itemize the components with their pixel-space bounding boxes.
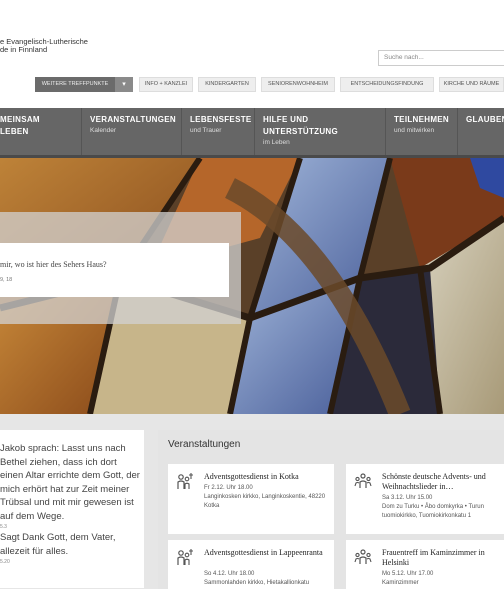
nav-item-glauben[interactable]: GLAUBEN [458,108,504,155]
verse-ref-2: 5.20 [0,559,10,565]
church-logo[interactable]: e Evangelisch-Lutherische de in Finnland [0,38,88,54]
verse-text-2: Sagt Dank Gott, dem Vater, allezeit für … [0,532,116,557]
event-place: Sammonlahden kirkko, Hietakallionkatu [204,580,310,586]
nav-subtitle: und Trauer [190,127,222,134]
event-place: Dom zu Turku • Åbo domkyrka • Turun tuom… [382,504,484,519]
nav-item-gemeinsam-leben[interactable]: MEINSAM LEBEN [0,108,82,155]
chevron-down-icon[interactable]: ▾ [115,77,133,92]
nav-subtitle: Kalender [90,127,117,134]
nav-item-lebensfeste[interactable]: LEBENSFESTE und Trauer [182,108,255,155]
event-place: Kaminzimmer [382,580,419,586]
nav-title: TEILNEHMEN [394,115,449,124]
verse-content: Jakob sprach: Lasst uns nach Bethel zieh… [0,442,140,566]
event-title: Adventsgottesdienst in Lappeenranta [204,548,323,557]
nav-title: VERANSTALTUNGEN [90,115,176,124]
people-cross-icon [177,549,193,565]
people-cross-icon [177,473,193,489]
quicklink-entscheidungsfindung[interactable]: ENTSCHEIDUNGSFINDUNG [340,77,434,92]
header: e Evangelisch-Lutherische de in Finnland… [0,0,504,108]
event-title: Schönste deutsche Advents- und Weihnacht… [382,472,486,491]
event-date: Mo 5.12. Uhr 17.00 [382,571,434,577]
quicklink-seniorenwohnheim[interactable]: SENIORENWOHNHEIM [261,77,335,92]
event-title: Adventsgottesdienst in Kotka [204,472,299,481]
quicklink-kindergarten[interactable]: KINDERGARTEN [198,77,256,92]
event-date: Fr 2.12. Uhr 18.00 [204,485,253,491]
event-card[interactable]: Adventsgottesdienst in Lappeenranta So 4… [168,540,334,589]
daily-quote-box: mir, wo ist hier des Sehers Haus? 9, 18 [0,243,229,297]
nav-title: MEINSAM [0,115,40,124]
quicklink-kirche-und-raeume[interactable]: KIRCHE UND RÄUME [439,77,504,92]
verse-panel: Jakob sprach: Lasst uns nach Bethel zieh… [0,430,144,588]
quicklink-weitere-treffpunkte[interactable]: WEITERE TREFFPUNKTE [35,77,115,92]
main-nav: MEINSAM LEBEN VERANSTALTUNGEN Kalender L… [0,108,504,155]
event-card[interactable]: Adventsgottesdienst in Kotka Fr 2.12. Uh… [168,464,334,534]
daily-quote-reference: 9, 18 [0,277,13,283]
verse-text-1: Jakob sprach: Lasst uns nach Bethel zieh… [0,443,140,522]
nav-title-2: LEBEN [0,127,29,136]
daily-quote-text: mir, wo ist hier des Sehers Haus? [0,260,107,269]
nav-item-veranstaltungen[interactable]: VERANSTALTUNGEN Kalender [82,108,182,155]
event-date: So 4.12. Uhr 18.00 [204,571,255,577]
nav-item-hilfe-und-unterstuetzung[interactable]: HILFE UND UNTERSTÜTZUNG im Leben [255,108,386,155]
quicklink-info-kanzlei[interactable]: INFO + KANZLEI [139,77,193,92]
nav-title: GLAUBEN [466,115,504,124]
event-title: Frauentreff im Kaminzimmer in Helsinki [382,548,485,567]
nav-title-2: UNTERSTÜTZUNG [263,127,339,136]
nav-item-teilnehmen[interactable]: TEILNEHMEN und mitwirken [386,108,458,155]
nav-title: LEBENSFESTE [190,115,252,124]
nav-subtitle: und mitwirken [394,127,435,134]
search-input[interactable]: Suche nach... [378,50,504,66]
event-card[interactable]: Schönste deutsche Advents- und Weihnacht… [346,464,504,534]
nav-title: HILFE UND [263,115,309,124]
event-date: Sa 3.12. Uhr 15.00 [382,495,433,501]
event-place: Langinkosken kirkko, Langinkoskentie, 48… [204,494,326,509]
event-card[interactable]: Frauentreff im Kaminzimmer in Helsinki M… [346,540,504,589]
events-title: Veranstaltungen [168,439,241,450]
verse-ref-1: 5.3 [0,524,7,530]
people-group-icon [354,473,372,488]
events-section: Veranstaltungen Adventsgottesdienst in K… [158,430,504,589]
nav-subtitle: im Leben [263,139,290,146]
people-group-icon [354,549,372,564]
logo-line-2: de in Finnland [0,45,48,54]
